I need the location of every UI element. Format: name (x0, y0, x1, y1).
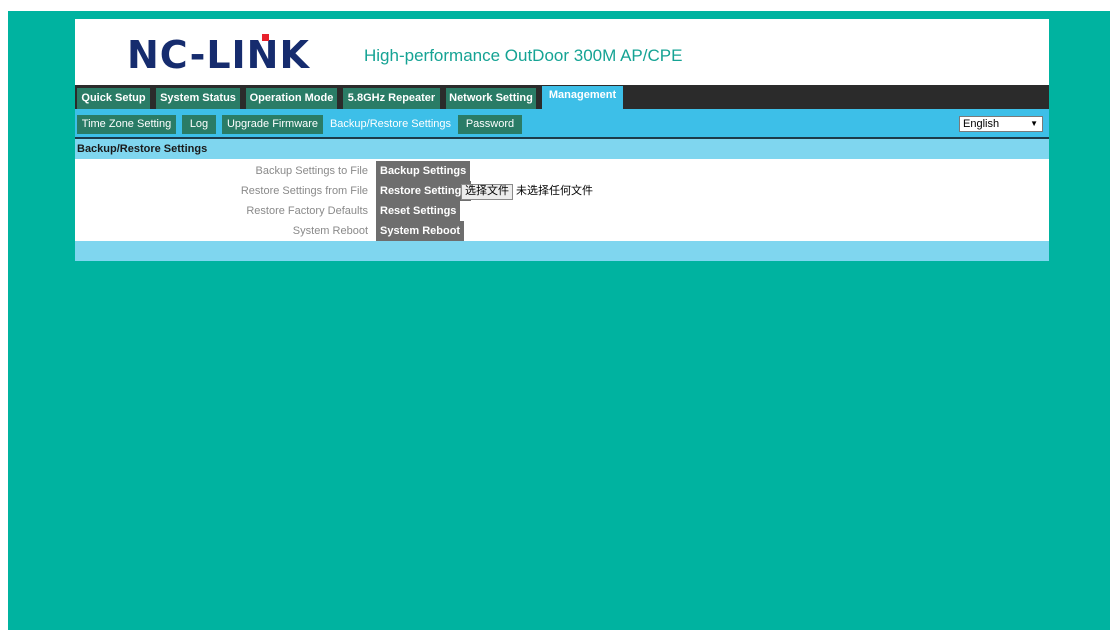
section-title: Backup/Restore Settings (77, 143, 208, 155)
router-admin-panel: NC-LINK High-performance OutDoor 300M AP… (75, 19, 1049, 261)
language-selected-value: English (963, 118, 1000, 130)
logo-text: NC-LINK (127, 33, 310, 77)
backup-settings-button[interactable]: Backup Settings (376, 161, 471, 181)
subtab-upgrade-firmware[interactable]: Upgrade Firmware (222, 115, 323, 134)
row-restore-settings: Restore Settings from File Restore Setti… (75, 181, 1049, 201)
sub-nav: Time Zone Setting Log Upgrade Firmware B… (75, 109, 1049, 137)
product-tagline: High-performance OutDoor 300M AP/CPE (364, 46, 683, 65)
section-header: Backup/Restore Settings (75, 139, 1049, 159)
language-select[interactable]: English ▼ (959, 116, 1043, 132)
row-factory-defaults: Restore Factory Defaults Reset Settings (75, 201, 1049, 221)
subtab-password[interactable]: Password (458, 115, 522, 134)
reset-settings-button[interactable]: Reset Settings (376, 201, 461, 221)
row-system-reboot: System Reboot System Reboot (75, 221, 1049, 241)
subtab-log[interactable]: Log (182, 115, 216, 134)
tab-system-status[interactable]: System Status (156, 88, 240, 109)
restore-settings-button[interactable]: Restore Settings (376, 181, 472, 201)
system-reboot-button[interactable]: System Reboot (376, 221, 465, 241)
factory-defaults-label: Restore Factory Defaults (246, 205, 368, 217)
row-backup-settings: Backup Settings to File Backup Settings (75, 161, 1049, 181)
subtab-backup-restore-settings[interactable]: Backup/Restore Settings (329, 115, 452, 134)
choose-file-button[interactable]: 选择文件 (461, 184, 513, 200)
file-status-text: 未选择任何文件 (516, 185, 593, 197)
dropdown-arrow-icon: ▼ (1030, 119, 1038, 128)
tab-quick-setup[interactable]: Quick Setup (77, 88, 150, 109)
tab-network-setting[interactable]: Network Setting (446, 88, 536, 109)
header: NC-LINK High-performance OutDoor 300M AP… (75, 19, 1049, 85)
logo-red-dot (262, 34, 269, 41)
nc-link-logo: NC-LINK (127, 33, 317, 77)
system-reboot-label: System Reboot (292, 225, 368, 237)
tab-5-8ghz-repeater[interactable]: 5.8GHz Repeater (343, 88, 440, 109)
subtab-time-zone-setting[interactable]: Time Zone Setting (77, 115, 176, 134)
tab-management[interactable]: Management (542, 86, 623, 109)
backup-settings-label: Backup Settings to File (255, 165, 368, 177)
main-nav: Quick Setup System Status Operation Mode… (75, 85, 1049, 109)
restore-settings-label: Restore Settings from File (240, 185, 368, 197)
section-footer (75, 241, 1049, 261)
tab-operation-mode[interactable]: Operation Mode (246, 88, 337, 109)
